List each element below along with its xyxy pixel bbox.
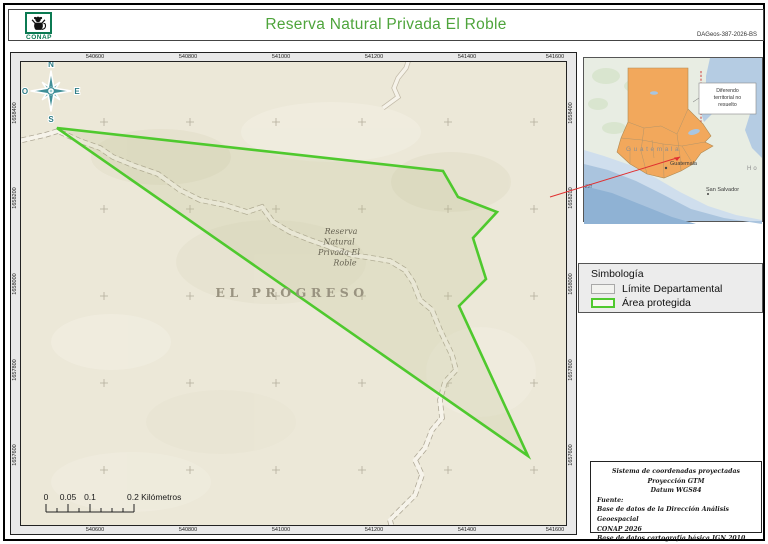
- legend-title: Simbología: [591, 268, 644, 280]
- legend-item-departmental: Límite Departamental: [591, 283, 722, 295]
- scale-label: 0: [44, 492, 49, 502]
- legend-item-label: Límite Departamental: [622, 283, 723, 295]
- credits-line: Sistema de coordenadas proyectadas: [612, 468, 740, 475]
- stream-path: [381, 62, 411, 111]
- map-frame: 540600 540800 541000 541200 541400 54160…: [10, 52, 577, 535]
- x-axis-label: 541000: [271, 527, 291, 533]
- y-axis-label: 1657600: [568, 444, 574, 466]
- credits-line: Base de datos de la Dirección Análisis G…: [597, 506, 730, 524]
- x-axis-label: 541000: [271, 54, 291, 60]
- y-axis-label: 1658200: [568, 187, 574, 209]
- scale-label: 0.2 Kilómetros: [127, 492, 181, 502]
- compass-rose-icon: N E S O: [21, 62, 81, 125]
- compass-n-label: N: [48, 62, 54, 69]
- document-code: DAGeos-387-2026-BS: [696, 32, 757, 38]
- x-axis-label: 541400: [457, 527, 477, 533]
- capital-city-label: Guatemala: [670, 161, 698, 167]
- y-axis-label: 1658200: [12, 187, 18, 209]
- protected-area-swatch: [591, 298, 615, 308]
- credits-line: CONAP 2026: [597, 525, 642, 533]
- svg-text:Diferendo: Diferendo: [716, 88, 739, 94]
- y-axis-label: 1657600: [12, 444, 18, 466]
- svg-text:resuelto: resuelto: [718, 102, 737, 108]
- y-axis-label: 1658400: [568, 102, 574, 124]
- y-axis-label: 1657800: [12, 359, 18, 381]
- legend-item-protected: Área protegida: [591, 297, 691, 309]
- map-title: Reserva Natural Privada El Roble: [265, 16, 507, 33]
- svg-text:Roble: Roble: [332, 259, 357, 268]
- scale-label: 0.1: [84, 492, 96, 502]
- x-axis-label: 541200: [364, 54, 384, 60]
- country-label: Guatemala: [626, 146, 681, 153]
- y-axis-label: 1658000: [12, 273, 18, 295]
- scale-label: 0.05: [60, 492, 77, 502]
- y-axis-label: 1658400: [12, 102, 18, 124]
- header-bar: CONAP Reserva Natural Privada El Roble D…: [8, 9, 764, 41]
- credits-line: Fuente:: [597, 496, 624, 504]
- svg-text:territorial no: territorial no: [714, 95, 742, 101]
- lake-peten: [650, 91, 658, 95]
- capital-city-dot: [664, 166, 668, 170]
- compass-e-label: E: [74, 87, 80, 96]
- san-salvador-label: San Salvador: [706, 187, 739, 193]
- svg-text:Privada El: Privada El: [317, 248, 360, 257]
- x-axis-label: 540600: [85, 527, 105, 533]
- map-sheet: CONAP Reserva Natural Privada El Roble D…: [0, 0, 768, 544]
- departmental-boundary-swatch: [591, 284, 615, 294]
- x-axis-label: 541400: [457, 54, 477, 60]
- inset-locator-map: Diferendo territorial no resuelto Guatem…: [549, 57, 763, 224]
- credits-box: Sistema de coordenadas proyectadas Proye…: [590, 461, 762, 542]
- legend-panel: Simbología Límite Departamental Área pro…: [578, 263, 763, 313]
- inset-drawing: Diferendo territorial no resuelto Guatem…: [549, 58, 762, 224]
- conap-logo-label: CONAP: [26, 34, 52, 41]
- credits-line: Proyección GTM: [647, 477, 705, 485]
- y-axis-label: 1658000: [568, 273, 574, 295]
- department-label: EL PROGRESO: [215, 285, 368, 300]
- x-axis-label: 540600: [85, 54, 105, 60]
- credits-line: Datum WGS84: [650, 487, 702, 495]
- svg-text:Reserva: Reserva: [324, 227, 358, 236]
- x-axis-label: 541200: [364, 527, 384, 533]
- svg-text:Natural: Natural: [322, 238, 355, 247]
- compass-s-label: S: [48, 115, 54, 124]
- map-canvas: EL PROGRESO Reserva Natural Privada El R…: [20, 61, 567, 526]
- credits-line: Base de datos cartografía básica IGN 201…: [597, 535, 746, 543]
- compass-w-label: O: [22, 87, 28, 96]
- san-salvador-dot: [707, 193, 709, 195]
- x-axis-label: 541600: [545, 54, 565, 60]
- x-axis-label: 540800: [178, 54, 198, 60]
- map-drawing: EL PROGRESO Reserva Natural Privada El R…: [21, 62, 538, 525]
- x-axis-label: 540800: [178, 527, 198, 533]
- y-axis-label: 1657800: [568, 359, 574, 381]
- legend-item-label: Área protegida: [622, 297, 691, 309]
- x-axis-label: 541600: [545, 527, 565, 533]
- honduras-label-fragment: Ho: [747, 166, 759, 172]
